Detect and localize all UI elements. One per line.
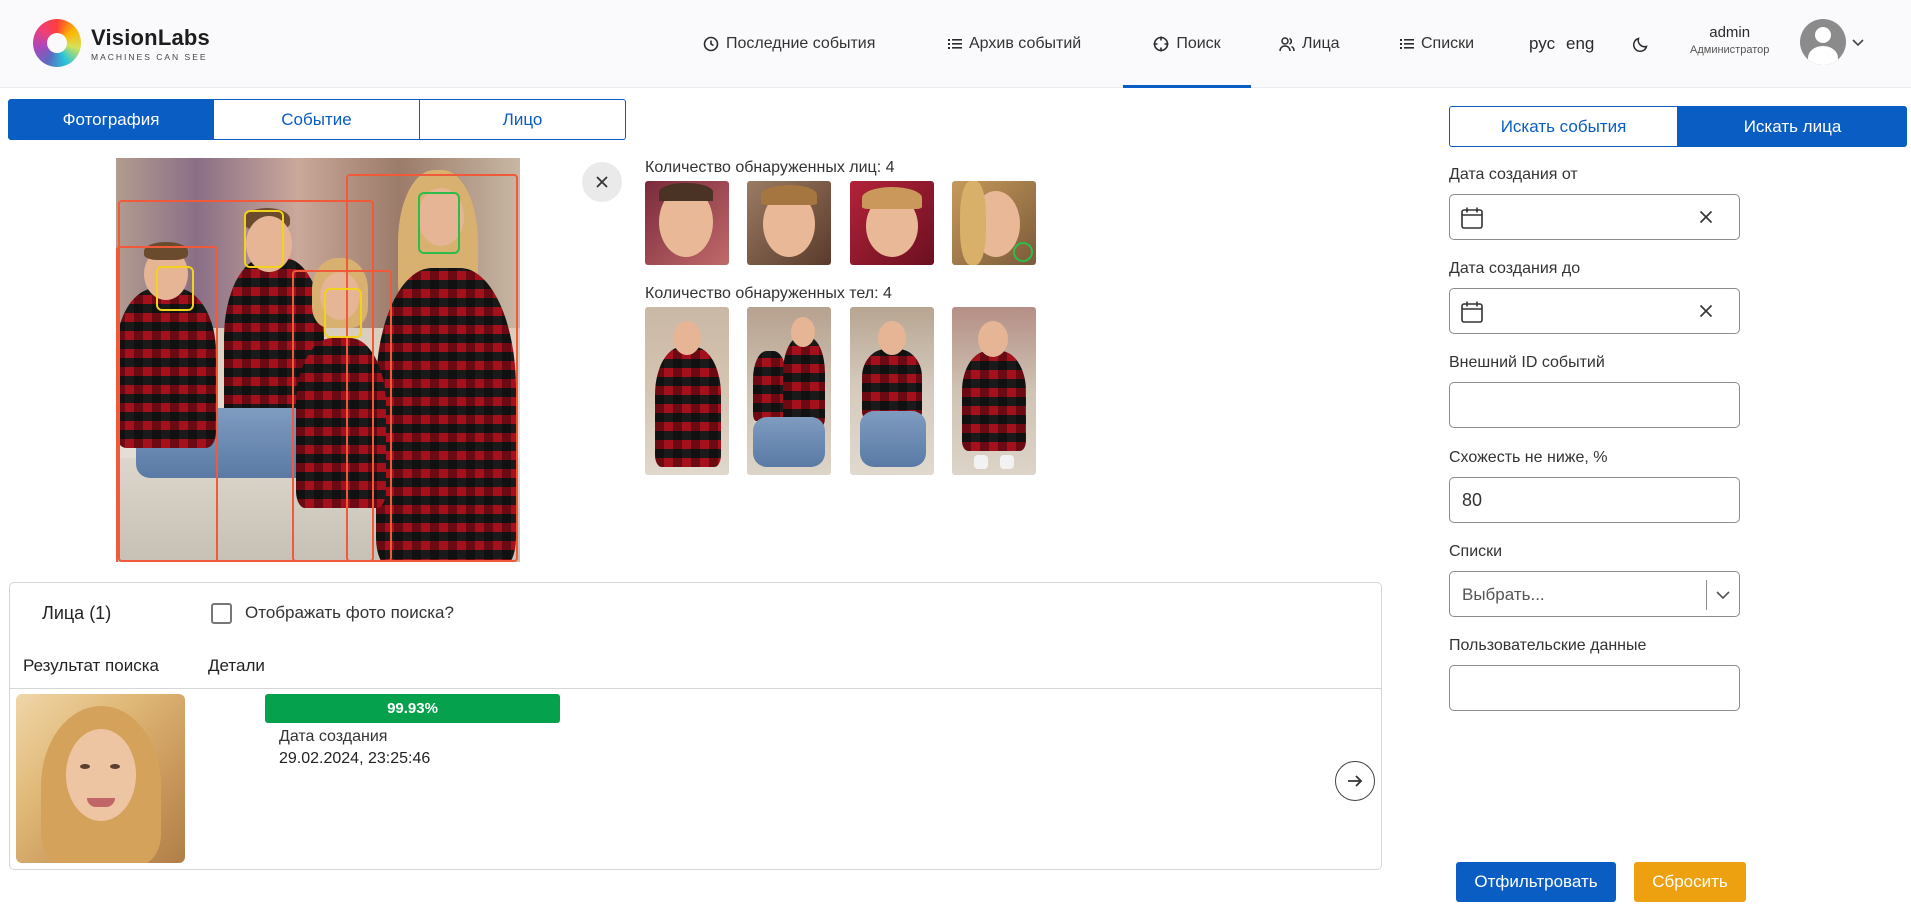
user-data-input[interactable]	[1449, 665, 1740, 711]
reset-button[interactable]: Сбросить	[1634, 862, 1746, 902]
created-date-value: 29.02.2024, 23:25:46	[279, 750, 431, 767]
user-data-label: Пользовательские данные	[1449, 637, 1647, 654]
face-box[interactable]	[324, 288, 362, 338]
show-search-photo-label: Отображать фото поиска?	[245, 603, 454, 622]
open-details-button[interactable]	[1335, 761, 1375, 801]
tab-event[interactable]: Событие	[214, 99, 420, 140]
body-thumbnail[interactable]	[747, 307, 831, 475]
nav-lists[interactable]: Списки	[1400, 0, 1474, 88]
clear-icon[interactable]	[1699, 304, 1713, 323]
column-header-details: Детали	[208, 656, 265, 675]
search-mode-tabs: Фотография Событие Лицо	[8, 99, 626, 140]
avatar[interactable]	[1800, 19, 1846, 65]
face-thumbnail-selected[interactable]	[952, 181, 1036, 265]
faces-count-label: Количество обнаруженных лиц: 4	[645, 159, 895, 176]
results-panel: Лица (1) Отображать фото поиска? Результ…	[9, 582, 1382, 870]
bodies-count-label: Количество обнаруженных тел: 4	[645, 285, 892, 302]
nav-search-label: Поиск	[1176, 35, 1221, 52]
crosshair-icon	[1153, 36, 1169, 52]
tab-search-faces[interactable]: Искать лица	[1678, 106, 1907, 147]
logo-name: VisionLabs	[91, 24, 210, 50]
show-search-photo-checkbox[interactable]	[211, 603, 232, 624]
lang-en[interactable]: eng	[1566, 0, 1594, 88]
nav-event-archive-label: Архив событий	[969, 35, 1082, 52]
filter-button[interactable]: Отфильтровать	[1456, 862, 1616, 902]
nav-recent-events[interactable]: Последние события	[703, 0, 875, 88]
moon-icon[interactable]	[1632, 0, 1650, 88]
search-target-tabs: Искать события Искать лица	[1449, 106, 1907, 147]
lang-ru[interactable]: рус	[1529, 0, 1555, 88]
nav-lists-label: Списки	[1421, 35, 1475, 52]
nav-faces-label: Лица	[1302, 35, 1340, 52]
list-icon	[1400, 37, 1414, 51]
similarity-label: Схожесть не ниже, %	[1449, 449, 1608, 466]
column-header-result: Результат поиска	[23, 656, 159, 675]
user-role: Администратор	[1690, 44, 1770, 56]
nav-faces[interactable]: Лица	[1279, 0, 1340, 88]
result-face-photo[interactable]	[16, 694, 185, 863]
lists-placeholder: Выбрать...	[1462, 585, 1545, 604]
nav-event-archive[interactable]: Архив событий	[948, 0, 1081, 88]
nav-recent-events-label: Последние события	[726, 35, 876, 52]
similarity-score-badge: 99.93%	[265, 694, 560, 723]
face-thumbnail[interactable]	[747, 181, 831, 265]
external-id-input[interactable]	[1449, 382, 1740, 428]
date-to-label: Дата создания до	[1449, 260, 1581, 277]
face-box[interactable]	[156, 266, 194, 311]
date-from-label: Дата создания от	[1449, 166, 1578, 183]
users-icon	[1279, 36, 1295, 52]
logo-tagline: MACHINES CAN SEE	[91, 51, 208, 62]
tab-face[interactable]: Лицо	[420, 99, 626, 140]
uploaded-photo	[116, 158, 520, 562]
lists-label: Списки	[1449, 543, 1503, 560]
similarity-input[interactable]: 80	[1449, 477, 1740, 523]
lists-select[interactable]: Выбрать...	[1449, 571, 1740, 617]
calendar-icon[interactable]	[1460, 206, 1484, 235]
logo-icon	[33, 19, 81, 67]
tab-search-events[interactable]: Искать события	[1449, 106, 1678, 147]
clear-icon[interactable]	[1699, 210, 1713, 229]
results-title: Лица (1)	[42, 603, 112, 623]
date-from-field[interactable]	[1449, 194, 1740, 240]
top-header: VisionLabs MACHINES CAN SEE Последние со…	[0, 0, 1911, 88]
close-icon	[596, 176, 608, 188]
similarity-value: 80	[1462, 490, 1483, 510]
created-date-label: Дата создания	[279, 728, 388, 745]
user-name: admin	[1709, 24, 1751, 41]
nav-search[interactable]: Поиск	[1123, 0, 1251, 88]
external-id-label: Внешний ID событий	[1449, 354, 1605, 371]
face-box[interactable]	[244, 210, 284, 268]
calendar-icon[interactable]	[1460, 300, 1484, 329]
face-thumbnail[interactable]	[645, 181, 729, 265]
date-to-field[interactable]	[1449, 288, 1740, 334]
logo[interactable]: VisionLabs MACHINES CAN SEE	[33, 19, 210, 67]
check-circle-icon	[1013, 242, 1033, 262]
user-info: admin Администратор	[1690, 24, 1769, 56]
clock-icon	[703, 36, 719, 52]
face-thumbnail[interactable]	[850, 181, 934, 265]
face-box-selected[interactable]	[418, 192, 460, 254]
body-thumbnail[interactable]	[952, 307, 1036, 475]
chevron-down-icon[interactable]	[1715, 587, 1731, 608]
arrow-right-icon	[1348, 775, 1363, 787]
list-icon	[948, 37, 962, 51]
chevron-down-icon[interactable]	[1852, 34, 1864, 52]
body-thumbnail[interactable]	[645, 307, 729, 475]
clear-photo-button[interactable]	[582, 162, 622, 202]
body-thumbnail[interactable]	[850, 307, 934, 475]
tab-photo[interactable]: Фотография	[8, 99, 214, 140]
